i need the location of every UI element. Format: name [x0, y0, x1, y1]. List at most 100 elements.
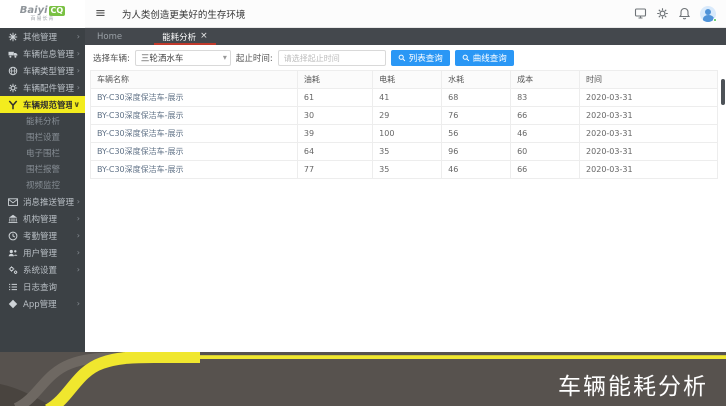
energy-table: 车辆名称油耗电耗水耗成本时间 BY-C30深度保洁车-展示61416883202… [90, 70, 718, 179]
monitor-icon[interactable] [634, 7, 647, 20]
vehicle-name-cell: BY-C30深度保洁车-展示 [91, 161, 298, 179]
column-header: 成本 [511, 71, 580, 89]
column-header: 电耗 [373, 71, 442, 89]
chevron-right-icon: › [77, 265, 80, 274]
sidebar-nav: 其他管理›车辆信息管理›车辆类型管理›车辆配件管理›车辆规范管理∨能耗分析围栏设… [0, 28, 85, 352]
bank-icon [8, 214, 18, 224]
bell-icon[interactable] [678, 7, 691, 20]
value-cell: 46 [511, 125, 580, 143]
clock-icon [8, 231, 18, 241]
time-range-label: 起止时间: [236, 52, 273, 64]
sidebar-item-vehicle-parts-mgmt[interactable]: 车辆配件管理› [0, 79, 85, 96]
sidebar-item-user-mgmt[interactable]: 用户管理› [0, 244, 85, 261]
tab-energy-analysis[interactable]: 能耗分析 × [150, 28, 220, 45]
sidebar-item-system-settings[interactable]: 系统设置› [0, 261, 85, 278]
chevron-right-icon: › [77, 299, 80, 308]
tab-label: 能耗分析 [162, 31, 196, 43]
chevron-right-icon: › [77, 49, 80, 58]
sidebar-item-label: 车辆规范管理 [23, 99, 72, 111]
value-cell: 76 [442, 107, 511, 125]
footer-banner: 车辆能耗分析 [0, 352, 726, 406]
tab-home[interactable]: Home [85, 28, 134, 45]
truck-icon [8, 49, 18, 59]
table-row: BY-C30深度保洁车-展示302976662020-03-31 [91, 107, 718, 125]
table-row: BY-C30深度保洁车-展示3910056462020-03-31 [91, 125, 718, 143]
column-header: 水耗 [442, 71, 511, 89]
value-cell: 66 [511, 107, 580, 125]
tab-bar: Home 能耗分析 × [85, 28, 726, 45]
curve-query-button[interactable]: 曲线查询 [455, 50, 514, 66]
sidebar-item-label: 其他管理 [23, 31, 75, 43]
table-row: BY-C30深度保洁车-展示614168832020-03-31 [91, 89, 718, 107]
vehicle-select[interactable]: 三轮洒水车 ▾ [135, 50, 231, 66]
list-query-button[interactable]: 列表查询 [391, 50, 450, 66]
sidebar-subitem-fence-alarm[interactable]: 围栏报警 [0, 161, 85, 177]
table-row: BY-C30深度保洁车-展示773546662020-03-31 [91, 161, 718, 179]
sidebar-item-log-query[interactable]: 日志查询 [0, 278, 85, 295]
sidebar-item-label: 日志查询 [23, 281, 80, 293]
vehicle-name-cell: BY-C30深度保洁车-展示 [91, 125, 298, 143]
value-cell: 64 [297, 143, 372, 161]
chevron-right-icon: › [77, 248, 80, 257]
vehicle-name-cell: BY-C30深度保洁车-展示 [91, 143, 298, 161]
value-cell: 61 [297, 89, 372, 107]
sidebar-item-label: 用户管理 [23, 247, 75, 259]
list-query-label: 列表查询 [409, 52, 443, 64]
value-cell: 60 [511, 143, 580, 161]
sidebar-item-vehicle-info-mgmt[interactable]: 车辆信息管理› [0, 45, 85, 62]
value-cell: 39 [297, 125, 372, 143]
cogs-icon [8, 265, 18, 275]
logo-text: Baiyi [20, 6, 48, 16]
sidebar-subitem-e-fence[interactable]: 电子围栏 [0, 145, 85, 161]
sidebar-item-label: 机构管理 [23, 213, 75, 225]
app-window: Baiyi CQ 百易长青 ≡ 为人类创造更美好的生存环境 [0, 0, 726, 406]
sidebar-item-app-mgmt[interactable]: App管理› [0, 295, 85, 312]
scrollbar-thumb[interactable] [721, 79, 725, 105]
value-cell: 2020-03-31 [580, 89, 718, 107]
search-icon [398, 54, 406, 62]
sidebar-item-label: 车辆类型管理 [23, 65, 75, 77]
sidebar-submenu: 能耗分析围栏设置电子围栏围栏报警视频监控 [0, 113, 85, 193]
column-header: 车辆名称 [91, 71, 298, 89]
sidebar-item-org-mgmt[interactable]: 机构管理› [0, 210, 85, 227]
value-cell: 77 [297, 161, 372, 179]
column-header: 油耗 [297, 71, 372, 89]
hamburger-menu-icon[interactable]: ≡ [95, 7, 106, 20]
time-range-input[interactable] [278, 50, 386, 66]
value-cell: 100 [373, 125, 442, 143]
fan-icon [8, 32, 18, 42]
column-header: 时间 [580, 71, 718, 89]
sidebar-item-vehicle-type-mgmt[interactable]: 车辆类型管理› [0, 62, 85, 79]
sidebar-item-vehicle-standard-mgmt[interactable]: 车辆规范管理∨ [0, 96, 85, 113]
online-status-dot [713, 18, 717, 22]
value-cell: 30 [297, 107, 372, 125]
sidebar-item-label: App管理 [23, 298, 75, 310]
close-icon[interactable]: × [200, 32, 208, 41]
sidebar-item-attendance-mgmt[interactable]: 考勤管理› [0, 227, 85, 244]
sidebar-item-msg-push-mgmt[interactable]: 消息推送管理› [0, 193, 85, 210]
sidebar-item-other-mgmt[interactable]: 其他管理› [0, 28, 85, 45]
envelope-icon [8, 197, 18, 207]
table-header-row: 车辆名称油耗电耗水耗成本时间 [91, 71, 718, 89]
sidebar-subitem-energy-analysis[interactable]: 能耗分析 [0, 113, 85, 129]
company-slogan: 为人类创造更美好的生存环境 [122, 7, 246, 21]
chevron-down-icon: ▾ [223, 53, 227, 62]
value-cell: 2020-03-31 [580, 125, 718, 143]
value-cell: 35 [373, 143, 442, 161]
value-cell: 83 [511, 89, 580, 107]
gear-icon[interactable] [656, 7, 669, 20]
chevron-right-icon: › [77, 197, 80, 206]
gear-icon [8, 83, 18, 93]
top-header: Baiyi CQ 百易长青 ≡ 为人类创造更美好的生存环境 [0, 0, 726, 28]
list-icon [8, 282, 18, 292]
chevron-right-icon: › [77, 214, 80, 223]
sidebar-item-label: 车辆配件管理 [23, 82, 75, 94]
user-avatar[interactable] [700, 6, 716, 22]
value-cell: 46 [442, 161, 511, 179]
chevron-right-icon: › [77, 32, 80, 41]
sidebar-subitem-video-monitor[interactable]: 视频监控 [0, 177, 85, 193]
vehicle-select-label: 选择车辆: [93, 52, 130, 64]
curve-query-label: 曲线查询 [473, 52, 507, 64]
sidebar-subitem-fence-settings[interactable]: 围栏设置 [0, 129, 85, 145]
chevron-right-icon: › [77, 231, 80, 240]
